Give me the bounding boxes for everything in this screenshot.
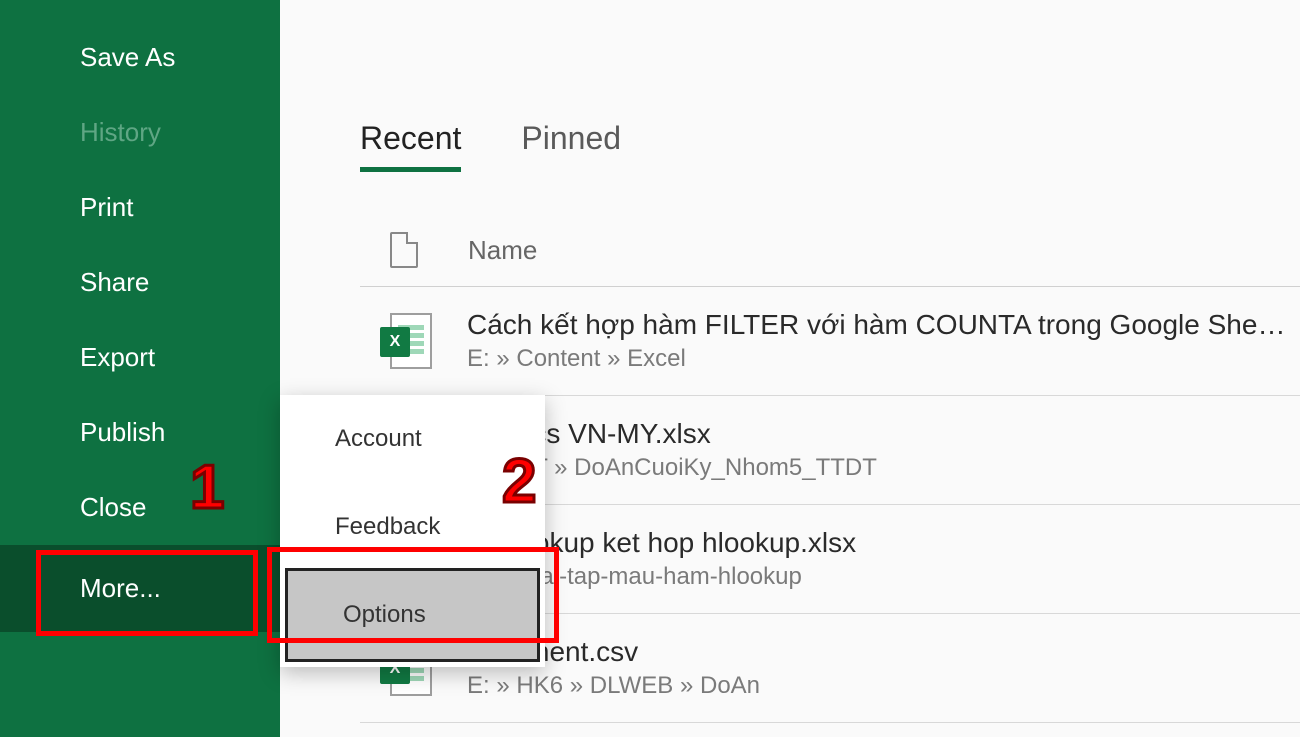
sidebar-more[interactable]: More... [0,545,280,632]
sidebar-share[interactable]: Share [0,245,280,320]
sidebar-save-as[interactable]: Save As [0,20,280,95]
file-path: E: » Content » Excel [467,345,1300,373]
file-name: Cách kết hợp hàm FILTER với hàm COUNTA t… [467,309,1300,341]
sidebar-close[interactable]: Close [0,470,280,545]
name-column-header: Name [468,235,537,266]
sidebar-print[interactable]: Print [0,170,280,245]
tab-pinned[interactable]: Pinned [521,120,621,172]
file-path: E: » HK6 » DLWEB » DoAn [467,672,760,700]
file-row[interactable]: X Cách kết hợp hàm FILTER với hàm COUNTA… [360,287,1300,396]
tab-recent[interactable]: Recent [360,120,461,172]
list-header: Name [360,222,1300,287]
sidebar-publish[interactable]: Publish [0,395,280,470]
flyout-options[interactable]: Options [288,571,537,659]
sidebar-history: History [0,95,280,170]
tabs-row: Recent Pinned [360,120,1300,172]
document-icon [390,232,418,268]
sidebar-export[interactable]: Export [0,320,280,395]
more-flyout: Account Feedback Options [280,395,545,667]
flyout-account[interactable]: Account [280,395,545,483]
backstage-sidebar: Save As History Print Share Export Publi… [0,0,280,737]
excel-file-icon: X [380,313,432,369]
flyout-feedback[interactable]: Feedback [280,483,545,571]
